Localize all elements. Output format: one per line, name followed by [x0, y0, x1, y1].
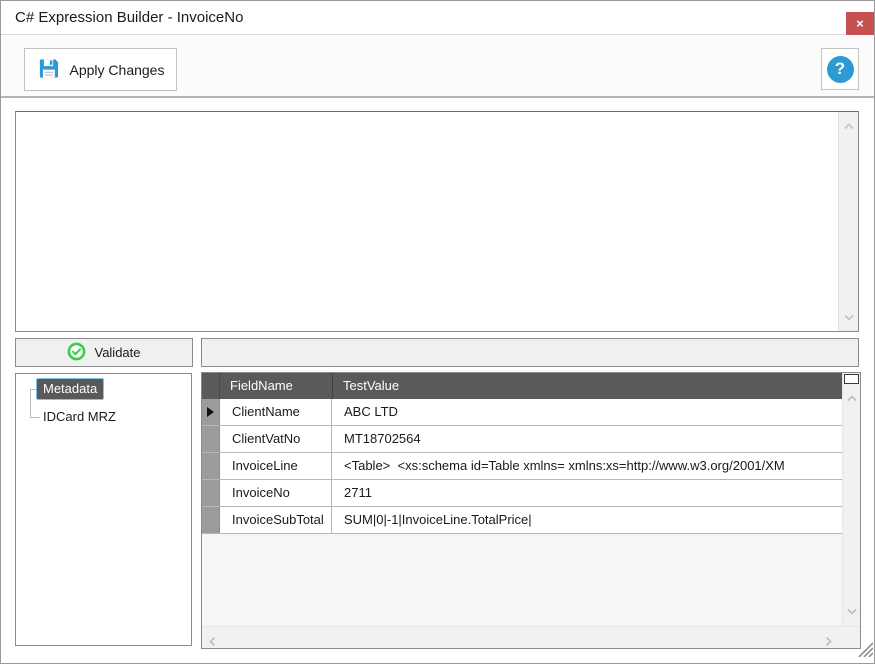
- window-resize-grip[interactable]: [852, 637, 873, 662]
- grid-horizontal-scrollbar[interactable]: [202, 626, 860, 648]
- scroll-up-icon[interactable]: [846, 389, 857, 407]
- table-row[interactable]: ClientVatNo MT18702564: [202, 426, 842, 453]
- scroll-left-icon[interactable]: [209, 634, 216, 652]
- validate-button[interactable]: Validate: [15, 338, 193, 367]
- validation-status-output: [201, 338, 859, 367]
- scroll-up-icon[interactable]: [843, 117, 854, 135]
- tree-connector-line: [30, 389, 31, 418]
- cell-fieldname[interactable]: InvoiceSubTotal: [220, 507, 332, 533]
- grid-vertical-scrollbar[interactable]: [842, 373, 860, 626]
- cell-testvalue[interactable]: SUM|0|-1|InvoiceLine.TotalPrice|: [332, 507, 842, 533]
- row-selector-cell[interactable]: [202, 507, 220, 533]
- table-row[interactable]: InvoiceNo 2711: [202, 480, 842, 507]
- column-header-fieldname[interactable]: FieldName: [220, 373, 333, 399]
- help-button[interactable]: ?: [821, 48, 859, 90]
- tree-item-idcard-mrz[interactable]: IDCard MRZ: [39, 407, 120, 426]
- validate-check-icon: [67, 342, 86, 364]
- help-icon: ?: [827, 56, 854, 83]
- scroll-right-icon[interactable]: [825, 634, 832, 652]
- close-icon: ×: [856, 16, 864, 31]
- cell-fieldname[interactable]: ClientVatNo: [220, 426, 332, 452]
- apply-changes-button[interactable]: Apply Changes: [24, 48, 177, 91]
- toolbar: Apply Changes ?: [1, 36, 874, 98]
- cell-testvalue[interactable]: <Table> <xs:schema id=Table xmlns= xmlns…: [332, 453, 842, 479]
- expression-input[interactable]: [16, 112, 838, 331]
- column-header-testvalue[interactable]: TestValue: [333, 373, 842, 399]
- resize-grip-icon: [852, 637, 873, 657]
- row-selector-cell[interactable]: [202, 399, 220, 425]
- grid-body: FieldName TestValue ClientName ABC LTD C…: [202, 373, 842, 626]
- tree-item-metadata[interactable]: Metadata: [36, 378, 104, 400]
- row-selector-cell[interactable]: [202, 426, 220, 452]
- grid-header-selector: [202, 373, 220, 399]
- cell-fieldname[interactable]: InvoiceNo: [220, 480, 332, 506]
- close-button[interactable]: ×: [846, 12, 874, 35]
- cell-testvalue[interactable]: ABC LTD: [332, 399, 842, 425]
- current-row-icon: [207, 407, 214, 417]
- cell-fieldname[interactable]: InvoiceLine: [220, 453, 332, 479]
- expression-builder-window: { "window": { "title": "C# Expression Bu…: [0, 0, 875, 664]
- row-selector-cell[interactable]: [202, 453, 220, 479]
- editor-vertical-scrollbar[interactable]: [838, 112, 858, 331]
- apply-changes-label: Apply Changes: [70, 62, 165, 78]
- cell-testvalue[interactable]: 2711: [332, 480, 842, 506]
- metadata-tree: Metadata IDCard MRZ: [15, 373, 192, 646]
- scroll-down-icon[interactable]: [843, 308, 854, 326]
- grid-header-row: FieldName TestValue: [202, 373, 842, 399]
- save-icon: [37, 57, 60, 83]
- expression-editor-panel: [15, 111, 859, 332]
- grid-empty-area: [202, 534, 842, 626]
- table-row[interactable]: ClientName ABC LTD: [202, 399, 842, 426]
- row-selector-cell[interactable]: [202, 480, 220, 506]
- table-row[interactable]: InvoiceLine <Table> <xs:schema id=Table …: [202, 453, 842, 480]
- grid-scroll-thumb[interactable]: [844, 374, 859, 384]
- validate-label: Validate: [94, 345, 140, 360]
- test-values-grid: FieldName TestValue ClientName ABC LTD C…: [201, 372, 861, 649]
- scroll-down-icon[interactable]: [846, 602, 857, 620]
- cell-fieldname[interactable]: ClientName: [220, 399, 332, 425]
- window-title: C# Expression Builder - InvoiceNo: [15, 9, 243, 26]
- table-row[interactable]: InvoiceSubTotal SUM|0|-1|InvoiceLine.Tot…: [202, 507, 842, 534]
- cell-testvalue[interactable]: MT18702564: [332, 426, 842, 452]
- title-bar: C# Expression Builder - InvoiceNo ×: [1, 1, 874, 35]
